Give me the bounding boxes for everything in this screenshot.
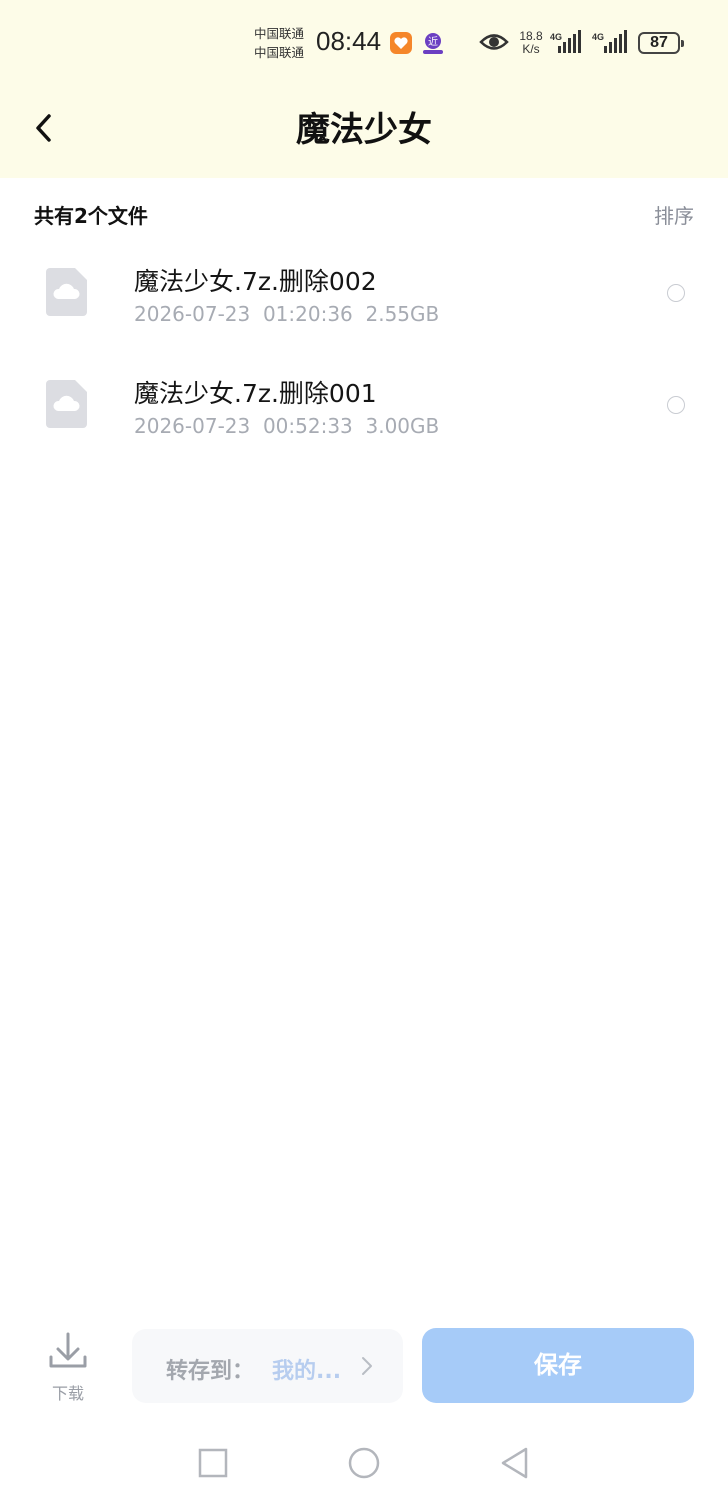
save-to-label: 转存到： xyxy=(166,1359,255,1384)
save-destination-selector[interactable]: 转存到： 我的... xyxy=(132,1329,403,1403)
back-nav-button[interactable] xyxy=(498,1446,532,1482)
recent-apps-button[interactable] xyxy=(196,1446,230,1480)
save-to-value: 我的... xyxy=(272,1359,342,1384)
signal-strength-2-icon: 4G xyxy=(590,30,632,58)
file-count-label: 共有2个文件 xyxy=(34,204,148,228)
page-title: 魔法少女 xyxy=(296,110,432,150)
status-bar: 中国联通 中国联通 08:44 近 18.8 K/s 4G 4G 87 xyxy=(0,0,728,88)
status-time: 08:44 xyxy=(316,26,382,56)
notification-app-icon: 近 xyxy=(422,31,444,55)
file-name: 魔法少女.7z.删除002 xyxy=(134,267,377,296)
eye-comfort-icon xyxy=(479,31,509,57)
carrier-names: 中国联通 中国联通 xyxy=(254,24,314,62)
file-date: 2026-07-23 xyxy=(134,414,251,438)
sort-button[interactable]: 排序 xyxy=(654,200,694,229)
net-speed-unit: K/s xyxy=(522,42,540,56)
cloud-file-icon xyxy=(46,268,87,316)
battery-indicator: 87 xyxy=(638,32,684,54)
select-radio[interactable] xyxy=(667,396,685,414)
file-name: 魔法少女.7z.删除001 xyxy=(134,379,377,408)
download-icon xyxy=(49,1332,87,1368)
carrier-2: 中国联通 xyxy=(254,45,305,60)
file-date: 2026-07-23 xyxy=(134,302,251,326)
signal-strength-1-icon: 4G xyxy=(550,30,584,58)
file-row-1[interactable]: 魔法少女.7z.删除002 2026-07-23 01:20:36 2.55GB xyxy=(0,248,728,348)
carrier-1: 中国联通 xyxy=(254,26,305,41)
svg-text:近: 近 xyxy=(428,35,438,48)
file-row-2[interactable]: 魔法少女.7z.删除001 2026-07-23 00:52:33 3.00GB xyxy=(0,360,728,460)
signal-2-label: 4G xyxy=(592,32,604,42)
save-button[interactable]: 保存 xyxy=(422,1328,694,1403)
home-button[interactable] xyxy=(346,1446,382,1482)
download-label: 下载 xyxy=(51,1384,84,1403)
network-speed: 18.8 K/s xyxy=(514,30,548,56)
file-time: 00:52:33 xyxy=(262,414,353,438)
file-meta: 2026-07-23 01:20:36 2.55GB xyxy=(134,302,439,326)
cloud-file-icon xyxy=(46,380,87,428)
signal-1-label: 4G xyxy=(550,32,562,42)
download-button[interactable]: 下载 xyxy=(44,1330,92,1404)
file-size: 2.55GB xyxy=(365,302,440,326)
file-size: 3.00GB xyxy=(365,414,440,438)
file-time: 01:20:36 xyxy=(262,302,353,326)
header-area: 中国联通 中国联通 08:44 近 18.8 K/s 4G 4G 87 魔法少女 xyxy=(0,0,728,178)
select-radio[interactable] xyxy=(667,284,685,302)
file-meta: 2026-07-23 00:52:33 3.00GB xyxy=(134,414,439,438)
chevron-right-icon xyxy=(362,1357,372,1375)
health-app-icon xyxy=(390,32,412,54)
